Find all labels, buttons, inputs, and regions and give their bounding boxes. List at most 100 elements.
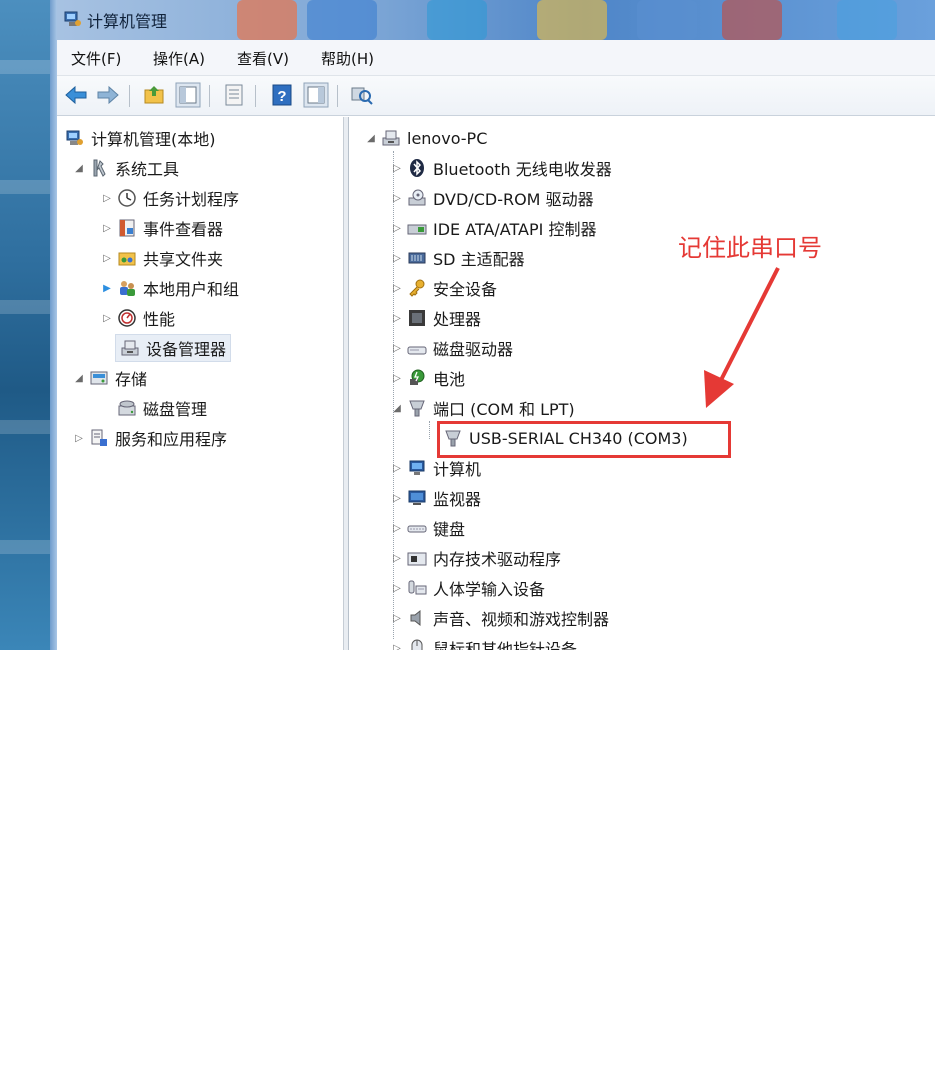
device-category-sound[interactable]: ▷ 声音、视频和游戏控制器 — [389, 603, 609, 633]
device-category-label: 电池 — [433, 370, 466, 389]
tree-local-users-label: 本地用户和组 — [143, 280, 240, 299]
device-category-ports[interactable]: ◢ 端口 (COM 和 LPT) — [389, 393, 575, 423]
back-arrow-icon[interactable] — [63, 82, 89, 108]
tree-device-manager[interactable]: 设备管理器 — [115, 333, 232, 363]
tree-device-manager-label: 设备管理器 — [146, 340, 227, 359]
expand-arrow-icon[interactable]: ▷ — [389, 193, 405, 204]
up-folder-icon[interactable] — [141, 82, 167, 108]
device-category-ide[interactable]: ▷ IDE ATA/ATAPI 控制器 — [389, 213, 596, 243]
menu-help[interactable]: 帮助(H) — [321, 48, 374, 69]
port-connector-icon — [407, 398, 427, 418]
expand-arrow-icon[interactable]: ▷ — [389, 163, 405, 174]
device-category-label: 鼠标和其他指针设备 — [433, 640, 578, 650]
device-root-label: lenovo-PC — [407, 128, 488, 148]
tree-local-users[interactable]: ▶ 本地用户和组 — [99, 273, 239, 303]
expand-arrow-icon[interactable]: ▷ — [389, 253, 405, 264]
device-category-label: 键盘 — [433, 520, 466, 539]
expand-arrow-icon[interactable]: ▷ — [389, 553, 405, 564]
speaker-icon — [407, 608, 427, 628]
expand-arrow-icon[interactable]: ▷ — [99, 193, 115, 204]
forward-arrow-icon[interactable] — [95, 82, 121, 108]
highlight-box — [437, 421, 731, 458]
show-hide-tree-icon[interactable] — [175, 82, 201, 108]
menu-file[interactable]: 文件(F) — [71, 48, 121, 69]
device-category-label: 磁盘驱动器 — [433, 340, 514, 359]
device-category-label: Bluetooth 无线电收发器 — [433, 160, 612, 179]
tree-performance[interactable]: ▷ 性能 — [99, 303, 175, 333]
show-action-pane-icon[interactable] — [303, 82, 329, 108]
toolbar: ? — [57, 76, 935, 116]
collapse-arrow-icon[interactable]: ◢ — [363, 133, 379, 144]
device-category-hid[interactable]: ▷ 人体学输入设备 — [389, 573, 545, 603]
device-tree-pane: ◢ lenovo-PC ▷ Bluetooth 无线电收发器 ▷ DVD/CD-… — [349, 117, 935, 650]
computer-management-icon — [65, 128, 85, 148]
computer-management-icon — [64, 11, 81, 26]
device-manager-icon — [120, 338, 140, 358]
monitor-icon — [407, 488, 427, 508]
expand-arrow-icon[interactable]: ▷ — [389, 523, 405, 534]
properties-icon[interactable] — [221, 82, 247, 108]
device-category-label: 内存技术驱动程序 — [433, 550, 562, 569]
tree-system-tools[interactable]: ◢ 系统工具 — [71, 153, 179, 183]
device-category-dvd[interactable]: ▷ DVD/CD-ROM 驱动器 — [389, 183, 594, 213]
expand-arrow-icon[interactable]: ▷ — [389, 343, 405, 354]
window-title: 计算机管理 — [87, 12, 168, 31]
memory-icon — [407, 548, 427, 568]
expand-arrow-icon[interactable]: ▷ — [389, 223, 405, 234]
device-root[interactable]: ◢ lenovo-PC — [363, 123, 487, 153]
device-category-disk[interactable]: ▷ 磁盘驱动器 — [389, 333, 513, 363]
help-icon[interactable]: ? — [269, 82, 295, 108]
device-category-sd[interactable]: ▷ SD 主适配器 — [389, 243, 524, 273]
tree-performance-label: 性能 — [143, 310, 176, 329]
device-category-mouse[interactable]: ▷ 鼠标和其他指针设备 — [389, 633, 577, 650]
device-category-monitor[interactable]: ▷ 监视器 — [389, 483, 481, 513]
tree-disk-management-label: 磁盘管理 — [143, 400, 208, 419]
storage-icon — [89, 368, 109, 388]
device-category-keyboard[interactable]: ▷ 键盘 — [389, 513, 465, 543]
menu-action[interactable]: 操作(A) — [153, 48, 205, 69]
expand-arrow-icon[interactable]: ▷ — [389, 643, 405, 651]
collapse-arrow-icon[interactable]: ◢ — [71, 373, 87, 384]
mouse-icon — [407, 638, 427, 650]
desktop-background — [0, 0, 50, 650]
tree-storage[interactable]: ◢ 存储 — [71, 363, 147, 393]
device-category-label: DVD/CD-ROM 驱动器 — [433, 190, 594, 209]
svg-text:?: ? — [277, 88, 286, 105]
device-category-label: IDE ATA/ATAPI 控制器 — [433, 220, 597, 239]
expand-arrow-icon[interactable]: ▷ — [99, 253, 115, 264]
tree-root[interactable]: 计算机管理(本地) — [63, 123, 216, 153]
collapse-arrow-icon[interactable]: ◢ — [389, 403, 405, 414]
tree-task-scheduler-label: 任务计划程序 — [143, 190, 240, 209]
expand-arrow-icon[interactable]: ▷ — [99, 313, 115, 324]
tree-shared-folders-label: 共享文件夹 — [143, 250, 224, 269]
expand-arrow-icon[interactable]: ▷ — [389, 493, 405, 504]
device-category-security[interactable]: ▷ 安全设备 — [389, 273, 497, 303]
scan-hardware-icon[interactable] — [349, 82, 375, 108]
device-category-memory-tech[interactable]: ▷ 内存技术驱动程序 — [389, 543, 561, 573]
device-category-processor[interactable]: ▷ 处理器 — [389, 303, 481, 333]
tree-shared-folders[interactable]: ▷ 共享文件夹 — [99, 243, 223, 273]
hid-icon — [407, 578, 427, 598]
expand-arrow-icon[interactable]: ▷ — [389, 583, 405, 594]
expand-arrow-icon[interactable]: ▷ — [389, 463, 405, 474]
expand-arrow-icon[interactable]: ▷ — [389, 373, 405, 384]
tree-event-viewer[interactable]: ▷ 事件查看器 — [99, 213, 223, 243]
tree-services-apps[interactable]: ▷ 服务和应用程序 — [71, 423, 227, 453]
tree-disk-management[interactable]: 磁盘管理 — [115, 393, 207, 423]
expand-arrow-icon[interactable]: ▶ — [99, 283, 115, 294]
disk-drive-icon — [407, 338, 427, 358]
device-category-label: 端口 (COM 和 LPT) — [433, 400, 575, 419]
tree-root-label: 计算机管理(本地) — [91, 130, 216, 149]
device-category-bluetooth[interactable]: ▷ Bluetooth 无线电收发器 — [389, 153, 612, 183]
expand-arrow-icon[interactable]: ▷ — [99, 223, 115, 234]
collapse-arrow-icon[interactable]: ◢ — [71, 163, 87, 174]
expand-arrow-icon[interactable]: ▷ — [389, 313, 405, 324]
expand-arrow-icon[interactable]: ▷ — [389, 613, 405, 624]
title-bar[interactable]: 计算机管理 — [57, 0, 935, 40]
device-category-battery[interactable]: ▷ 电池 — [389, 363, 465, 393]
tree-task-scheduler[interactable]: ▷ 任务计划程序 — [99, 183, 239, 213]
expand-arrow-icon[interactable]: ▷ — [71, 433, 87, 444]
bluetooth-icon — [407, 158, 427, 178]
expand-arrow-icon[interactable]: ▷ — [389, 283, 405, 294]
menu-view[interactable]: 查看(V) — [237, 48, 289, 69]
